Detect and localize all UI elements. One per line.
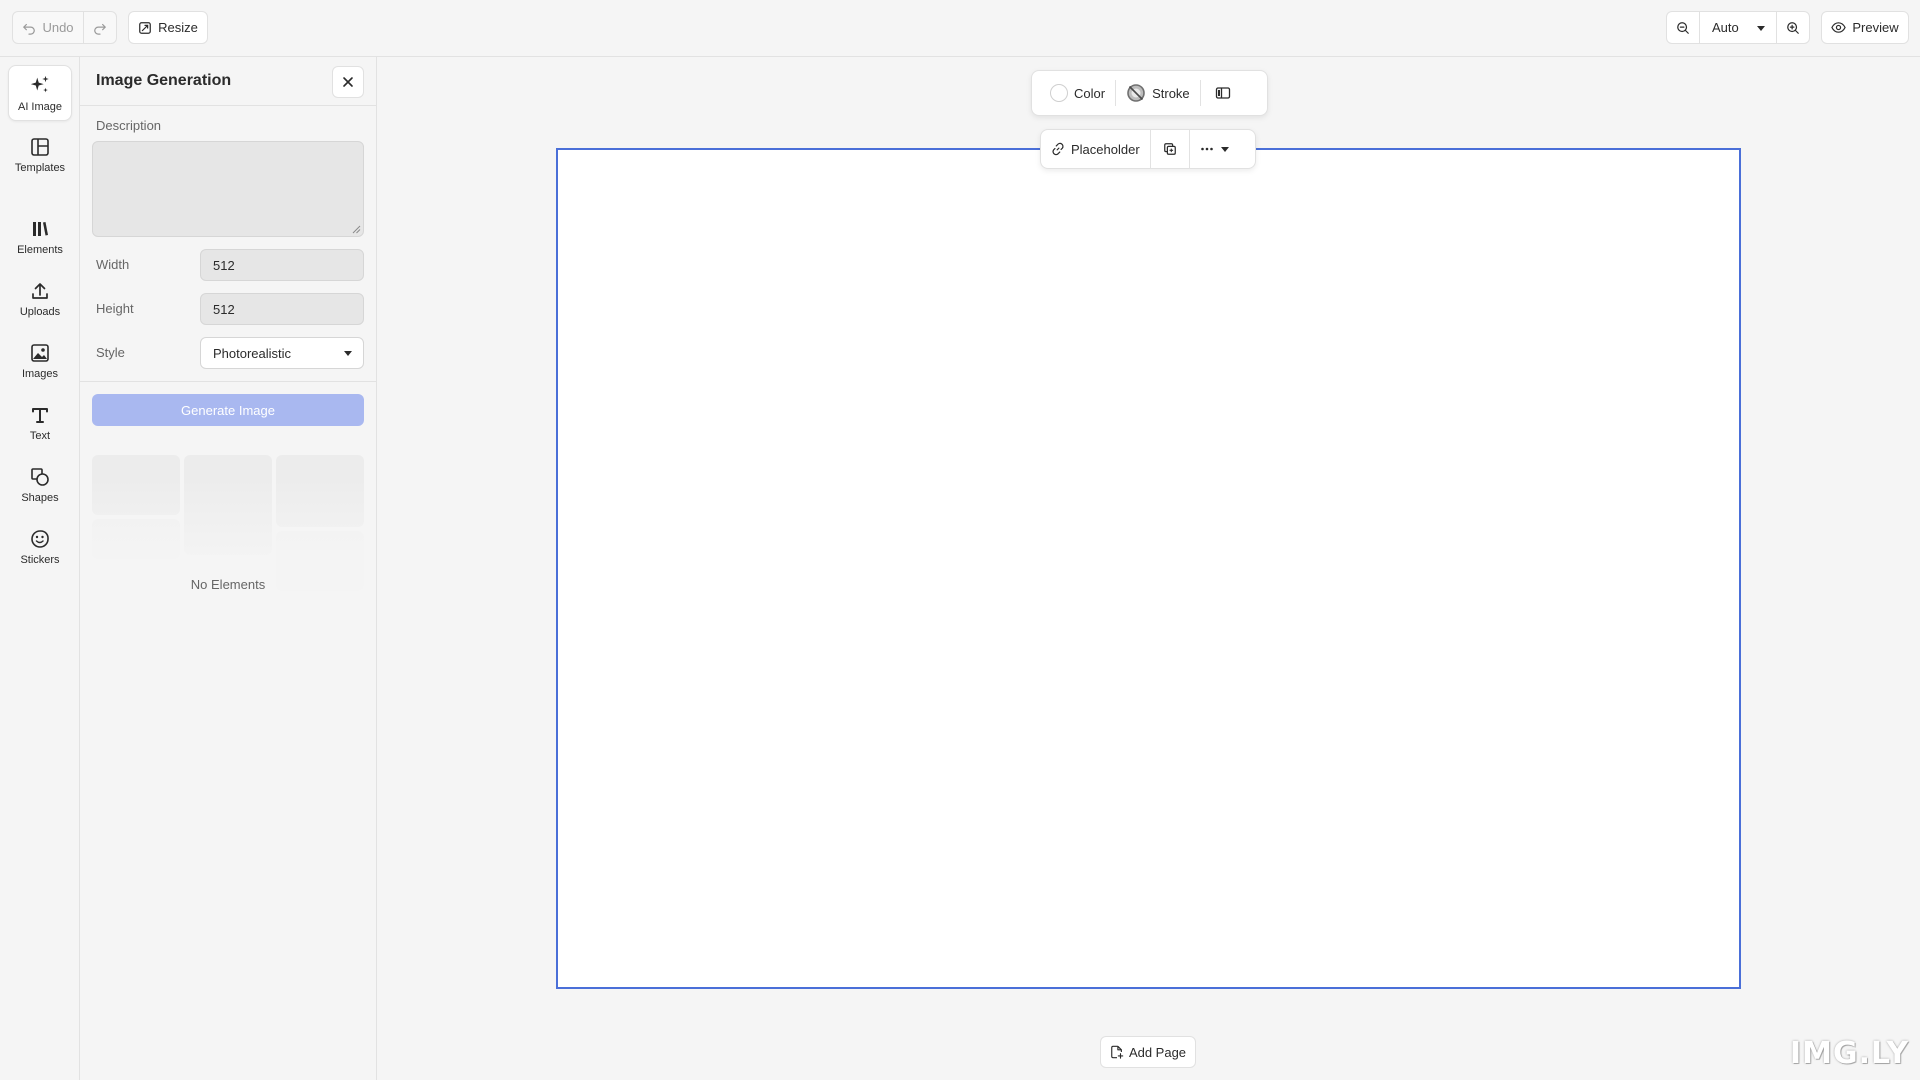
- style-select-value: Photorealistic: [213, 345, 292, 361]
- undo-icon: [22, 21, 36, 35]
- style-select[interactable]: Photorealistic: [200, 337, 364, 369]
- resize-icon: [138, 21, 152, 35]
- top-toolbar: Undo Resize Auto Preview: [0, 0, 1920, 57]
- rail-item-images[interactable]: Images: [8, 333, 72, 389]
- rail-item-label: Shapes: [21, 491, 59, 504]
- add-page-icon: [1110, 1045, 1124, 1059]
- zoom-out-icon: [1676, 21, 1690, 35]
- more-options-button[interactable]: [1190, 130, 1240, 168]
- template-icon: [30, 137, 50, 157]
- stroke-label: Stroke: [1152, 85, 1190, 101]
- rail-item-label: Elements: [17, 243, 63, 256]
- style-label: Style: [96, 345, 125, 360]
- block-style-toolbar: Color Stroke: [1031, 70, 1268, 116]
- stroke-button[interactable]: Stroke: [1116, 71, 1200, 115]
- text-icon: [30, 405, 50, 425]
- resize-label: Resize: [158, 20, 198, 35]
- image-icon: [30, 343, 50, 363]
- add-page-label: Add Page: [1128, 1044, 1187, 1060]
- rail-item-text[interactable]: Text: [8, 395, 72, 451]
- panel-divider: [80, 381, 376, 382]
- generate-image-button[interactable]: Generate Image: [92, 394, 364, 426]
- crop-button[interactable]: [1201, 71, 1245, 115]
- rail-item-label: Templates: [14, 161, 66, 174]
- close-panel-button[interactable]: [332, 66, 364, 98]
- preview-button[interactable]: Preview: [1821, 11, 1909, 44]
- selection-toolbar: Placeholder: [1040, 129, 1256, 169]
- zoom-level-select[interactable]: Auto: [1699, 11, 1777, 44]
- empty-state-label: No Elements: [190, 577, 266, 592]
- width-input[interactable]: [200, 249, 364, 281]
- upload-icon: [30, 281, 50, 301]
- rail-item-label: Text: [29, 429, 51, 442]
- placeholder-label: Placeholder: [1071, 141, 1140, 157]
- fill-color-label: Color: [1074, 85, 1106, 101]
- brand-watermark: IMG.LY: [1790, 1036, 1910, 1071]
- rail-item-label: Uploads: [19, 305, 61, 318]
- color-swatch: [1050, 84, 1068, 102]
- link-icon: [1051, 142, 1065, 156]
- resize-button[interactable]: Resize: [128, 11, 208, 44]
- rail-item-label: Images: [21, 367, 59, 380]
- zoom-in-button[interactable]: [1776, 11, 1810, 44]
- more-icon: [1200, 142, 1214, 156]
- fill-color-button[interactable]: Color: [1040, 71, 1115, 115]
- redo-icon: [93, 21, 107, 35]
- sticker-icon: [30, 529, 50, 549]
- sparkles-icon: [29, 74, 51, 96]
- image-generation-panel: Image Generation Description Width Heigh…: [80, 57, 377, 1080]
- description-input[interactable]: [92, 141, 364, 237]
- rail-item-label: AI Image: [17, 100, 63, 113]
- left-rail: AI Image Templates Elements Uploads Imag…: [0, 57, 80, 1080]
- shapes-icon: [30, 467, 50, 487]
- design-page[interactable]: [556, 148, 1741, 989]
- duplicate-button[interactable]: [1151, 130, 1189, 168]
- layout-icon: [1215, 85, 1231, 101]
- close-icon: [342, 76, 354, 88]
- zoom-out-button[interactable]: [1666, 11, 1700, 44]
- undo-label: Undo: [42, 20, 74, 35]
- undo-button[interactable]: Undo: [12, 11, 84, 44]
- caret-down-icon: [343, 348, 353, 358]
- height-input[interactable]: [200, 293, 364, 325]
- rail-item-shapes[interactable]: Shapes: [8, 457, 72, 513]
- preview-label: Preview: [1852, 20, 1899, 35]
- placeholder-button[interactable]: Placeholder: [1041, 130, 1150, 168]
- rail-item-label: Stickers: [20, 553, 60, 566]
- rail-item-stickers[interactable]: Stickers: [8, 519, 72, 575]
- resize-handle-icon[interactable]: [352, 225, 361, 234]
- zoom-level-value: Auto: [1712, 20, 1739, 35]
- duplicate-icon: [1163, 142, 1177, 156]
- stroke-icon: [1126, 83, 1146, 103]
- width-label: Width: [96, 257, 130, 272]
- description-label: Description: [96, 118, 162, 133]
- zoom-in-icon: [1786, 21, 1800, 35]
- rail-item-uploads[interactable]: Uploads: [8, 271, 72, 327]
- panel-title: Image Generation: [96, 72, 232, 89]
- caret-down-icon: [1756, 23, 1766, 33]
- rail-item-elements[interactable]: Elements: [8, 209, 72, 265]
- rail-item-ai-image[interactable]: AI Image: [8, 65, 72, 121]
- panel-divider: [80, 105, 376, 106]
- rail-item-templates[interactable]: Templates: [8, 127, 72, 183]
- height-label: Height: [96, 301, 134, 316]
- eye-icon: [1831, 20, 1847, 35]
- library-icon: [30, 219, 50, 239]
- redo-button[interactable]: [83, 11, 117, 44]
- add-page-button[interactable]: Add Page: [1100, 1036, 1196, 1068]
- caret-down-icon: [1220, 144, 1230, 154]
